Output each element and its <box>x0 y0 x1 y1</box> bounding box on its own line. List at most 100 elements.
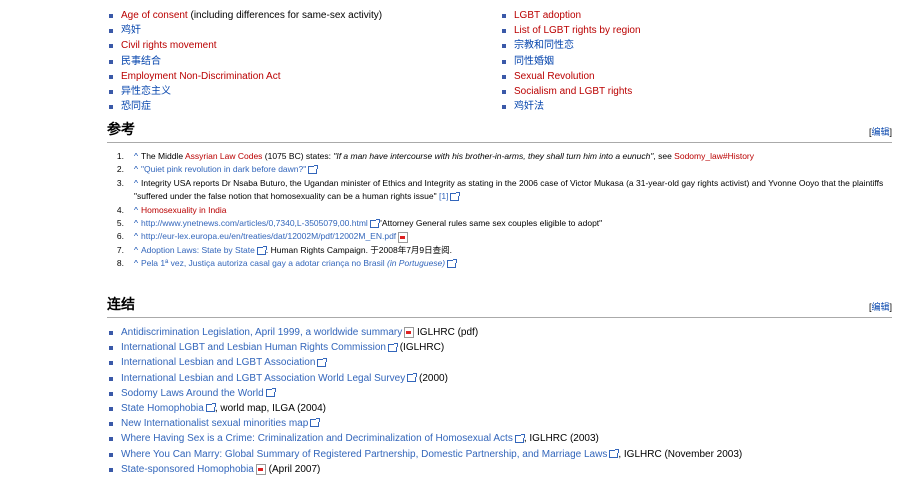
external-link-item: International Lesbian and LGBT Associati… <box>107 355 742 370</box>
see-also-link[interactable]: List of LGBT rights by region <box>514 25 641 36</box>
external-link[interactable]: International LGBT and Lesbian Human Rig… <box>121 342 386 353</box>
reference-text: , see <box>653 151 675 161</box>
reference-link[interactable]: Pela 1ª vez, Justiça autoriza casal gay … <box>141 258 387 268</box>
back-link-caret[interactable]: ^ <box>134 178 138 188</box>
external-link-item: State Homophobia , world map, ILGA (2004) <box>107 401 742 416</box>
external-link-icon <box>369 218 380 228</box>
pdf-file-icon <box>404 326 415 338</box>
reference-item: 2. ^ "Quiet pink revolution in dark before… <box>107 163 897 176</box>
reference-item: 3. ^ Integrity USA reports Dr Nsaba Buturo… <box>107 177 897 204</box>
external-link-item: International Lesbian and LGBT Associati… <box>107 371 742 386</box>
external-link-note: (2000) <box>416 372 448 384</box>
reference-link[interactable]: " <box>303 164 306 174</box>
external-link-item: International LGBT and Lesbian Human Rig… <box>107 340 742 355</box>
reference-link[interactable]: [1] <box>439 191 448 201</box>
references-list: 1. ^ The Middle Assyrian Law Codes (1075 B… <box>107 150 897 271</box>
external-link-item: State-sponsored Homophobia (April 2007) <box>107 462 742 477</box>
external-link[interactable]: Where Having Sex is a Crime: Criminaliza… <box>121 433 513 444</box>
reference-link[interactable]: (in Portuguese) <box>387 258 445 268</box>
external-link-item: Where You Can Marry: Global Summary of R… <box>107 447 742 462</box>
external-link-icon <box>256 245 267 255</box>
links-heading: 连结 <box>107 297 135 313</box>
back-link-caret[interactable]: ^ <box>134 231 138 241</box>
see-also-item: Socialism and LGBT rights <box>500 84 641 99</box>
pdf-file-icon <box>398 231 409 243</box>
reference-link[interactable]: http://eur-lex.europa.eu/en/treaties/dat… <box>141 231 396 241</box>
see-also-note: (including differences for same-sex acti… <box>187 10 383 21</box>
reference-number: 8. <box>116 258 124 269</box>
external-links-list: Antidiscrimination Legislation, April 19… <box>107 325 742 477</box>
external-link-note: (April 2007) <box>265 463 321 475</box>
see-also-link[interactable]: 同性婚姻 <box>514 56 554 67</box>
references-heading-bar: 参考 [编辑] <box>107 120 892 143</box>
links-edit-link[interactable]: 编辑 <box>871 302 889 312</box>
external-link-note: (IGLHRC) <box>396 342 445 354</box>
see-also-link[interactable]: Sexual Revolution <box>514 71 595 82</box>
see-also-item: 宗教和同性恋 <box>500 38 641 53</box>
see-also-link[interactable]: Employment Non-Discrimination Act <box>121 71 281 82</box>
external-link-item: Where Having Sex is a Crime: Criminaliza… <box>107 431 742 446</box>
external-link-note: , IGLHRC (November 2003) <box>618 448 743 460</box>
reference-link[interactable]: Sodomy_law#History <box>674 151 754 161</box>
back-link-caret[interactable]: ^ <box>134 205 138 215</box>
reference-number: 2. <box>116 164 124 175</box>
external-link[interactable]: International Lesbian and LGBT Associati… <box>121 357 315 368</box>
back-link-caret[interactable]: ^ <box>134 258 138 268</box>
pdf-file-icon <box>255 463 266 475</box>
see-also-item: Age of consent (including differences fo… <box>107 8 382 23</box>
reference-item: 6. ^ http://eur-lex.europa.eu/en/treaties/… <box>107 230 897 243</box>
links-heading-bar: 连结 [编辑] <box>107 295 892 318</box>
reference-item: 4. ^ Homosexuality in India <box>107 204 897 217</box>
references-edit-section: [编辑] <box>868 127 892 137</box>
see-also-left-column: Age of consent (including differences fo… <box>107 8 382 114</box>
reference-text: "If a man have intercourse with his brot… <box>333 151 654 161</box>
external-link-icon <box>308 165 319 175</box>
see-also-right-column: LGBT adoption List of LGBT rights by regi… <box>500 8 641 114</box>
article-content: Age of consent (including differences fo… <box>0 0 900 475</box>
reference-text: . Human Rights Campaign. 于2008年7月9日查阅. <box>265 244 453 255</box>
reference-number: 3. <box>116 177 124 188</box>
reference-link[interactable]: http://www.ynetnews.com/articles/0,7340,… <box>141 218 368 228</box>
external-link[interactable]: State Homophobia <box>121 403 204 414</box>
external-link[interactable]: Sodomy Laws Around the World <box>121 388 264 399</box>
external-link-item: New Internationalist sexual minorities m… <box>107 416 742 431</box>
see-also-link[interactable]: 鸡奸法 <box>514 101 544 112</box>
reference-text: Integrity USA reports Dr Nsaba Buturo, t… <box>134 177 884 202</box>
external-link-icon <box>265 388 276 398</box>
external-link[interactable]: International Lesbian and LGBT Associati… <box>121 373 405 384</box>
back-link-caret[interactable]: ^ <box>134 164 138 174</box>
see-also-item: 鸡奸法 <box>500 99 641 114</box>
see-also-link[interactable]: 异性恋主义 <box>121 86 171 97</box>
see-also-link[interactable]: 民事结合 <box>121 56 161 67</box>
external-link[interactable]: New Internationalist sexual minorities m… <box>121 418 308 429</box>
see-also-link[interactable]: 鸡奸 <box>121 25 141 36</box>
see-also-link[interactable]: 恐同症 <box>121 101 151 112</box>
back-link-caret[interactable]: ^ <box>134 218 138 228</box>
see-also-link[interactable]: LGBT adoption <box>514 10 581 21</box>
see-also-link[interactable]: Age of consent <box>121 10 188 21</box>
reference-number: 6. <box>116 231 124 242</box>
reference-item: 7. ^ Adoption Laws: State by State . Human … <box>107 244 897 257</box>
see-also-item: 同性婚姻 <box>500 54 641 69</box>
external-link[interactable]: State-sponsored Homophobia <box>121 464 254 475</box>
see-also-link[interactable]: Socialism and LGBT rights <box>514 86 632 97</box>
external-link-item: Antidiscrimination Legislation, April 19… <box>107 325 742 340</box>
see-also-item: 鸡奸 <box>107 23 382 38</box>
reference-link[interactable]: Homosexuality in India <box>141 205 227 215</box>
external-link-note: , IGLHRC (2003) <box>523 433 599 445</box>
external-link-note: IGLHRC (pdf) <box>414 327 479 338</box>
see-also-link[interactable]: 宗教和同性恋 <box>514 40 574 51</box>
back-link-caret[interactable]: ^ <box>134 151 138 161</box>
see-also-link[interactable]: Civil rights movement <box>121 40 217 51</box>
reference-link[interactable]: Assyrian Law Codes <box>185 151 262 161</box>
see-also-item: List of LGBT rights by region <box>500 23 641 38</box>
reference-link[interactable]: Adoption Laws: State by State <box>141 245 255 255</box>
reference-link[interactable]: "Quiet pink revolution in dark before da… <box>141 164 303 174</box>
references-edit-link[interactable]: 编辑 <box>871 127 889 137</box>
external-link-note: , world map, ILGA (2004) <box>214 402 327 414</box>
links-edit-section: [编辑] <box>868 302 892 312</box>
external-link[interactable]: Where You Can Marry: Global Summary of R… <box>121 449 607 460</box>
back-link-caret[interactable]: ^ <box>134 245 138 255</box>
external-link[interactable]: Antidiscrimination Legislation, April 19… <box>121 327 402 338</box>
external-link-icon <box>609 448 620 458</box>
